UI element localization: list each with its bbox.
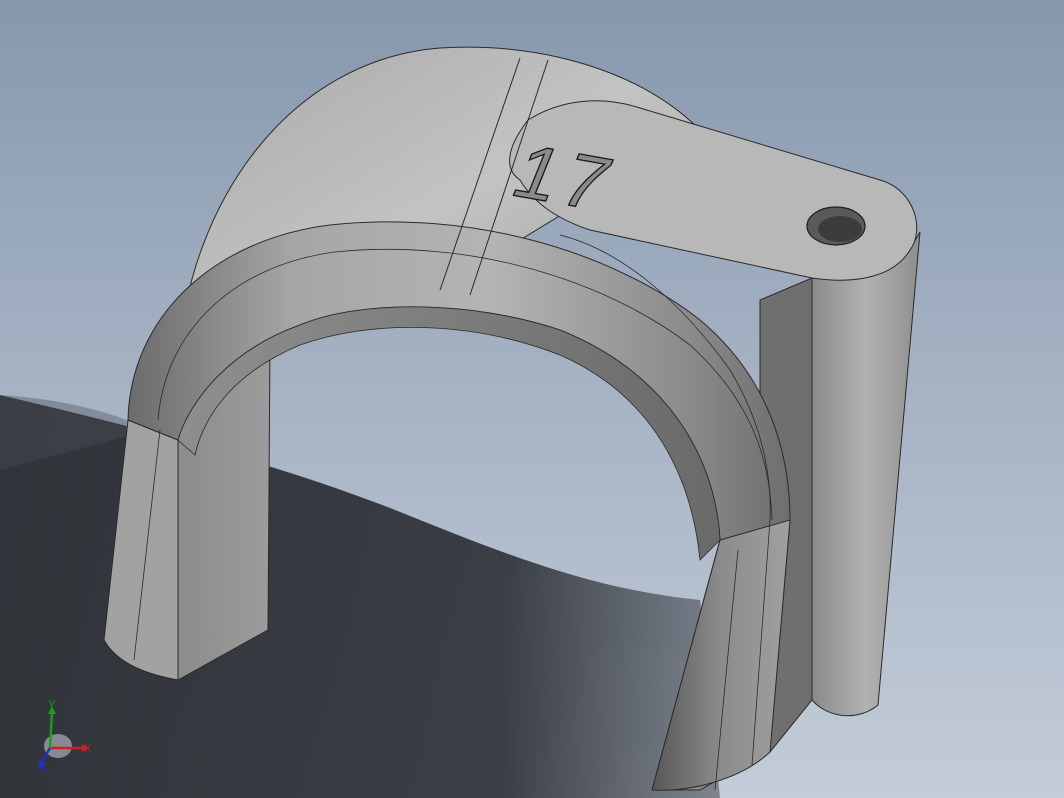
triad-base — [44, 734, 72, 758]
mounting-hole-inner — [818, 216, 862, 242]
orientation-triad[interactable]: X Y Z — [28, 700, 98, 772]
ground-shadow — [0, 395, 720, 798]
z-axis-label: Z — [40, 762, 47, 772]
cad-viewport[interactable]: 17 X Y Z — [0, 0, 1064, 798]
cad-model-scene[interactable]: 17 — [0, 0, 1064, 798]
right-cylinder-body — [811, 231, 921, 717]
y-axis-label: Y — [48, 700, 56, 711]
x-axis-label: X — [84, 743, 92, 755]
